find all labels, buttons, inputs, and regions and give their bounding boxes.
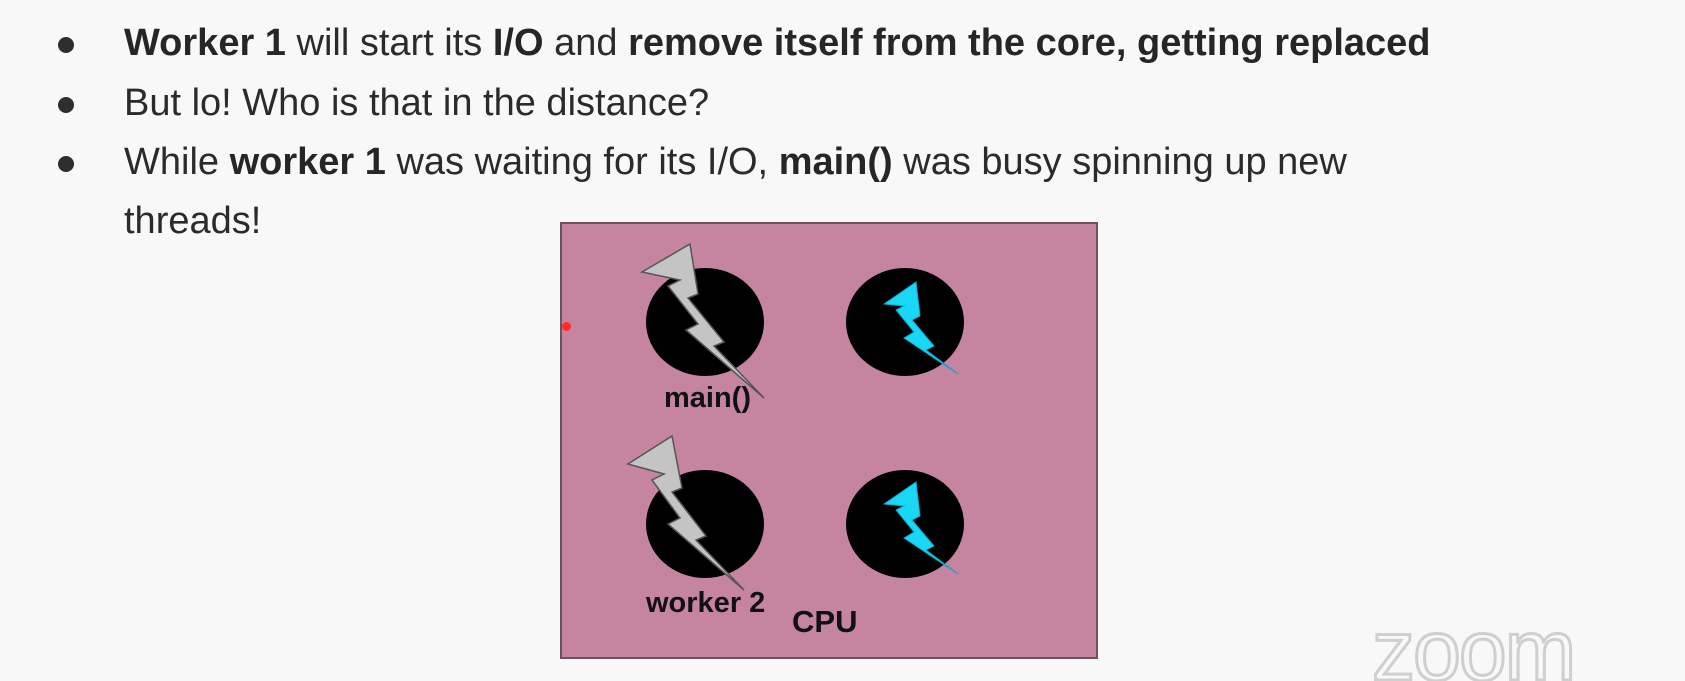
cpu-label: CPU — [792, 604, 858, 639]
bullet-text: was busy spinning up new — [892, 141, 1347, 183]
main-label: main() — [664, 382, 751, 414]
lightning-bolt-icon — [882, 481, 959, 575]
bullet-text-bold: remove itself from the core, getting rep… — [628, 22, 1431, 64]
bullet-text-bold: Worker 1 — [124, 22, 286, 64]
bullet-text: will start its — [285, 22, 493, 64]
lightning-bolt-icon — [882, 281, 959, 375]
bullet-text: and — [543, 22, 629, 64]
bullet-text-bold: main() — [778, 141, 893, 183]
bullet-dot — [58, 156, 74, 172]
bullet-text-bold: I/O — [492, 22, 544, 64]
bullet-item-2: But lo! Who is that in the distance? — [58, 74, 710, 133]
thread-bolt-main-icon — [640, 242, 765, 399]
zoom-logo-text: zoom — [1372, 618, 1574, 681]
bullet-item-3-continuation: threads! — [124, 192, 261, 251]
bullet-item-3: While worker 1 was waiting for its I/O, … — [58, 133, 1347, 192]
pointer-dot — [562, 322, 571, 331]
zoom-logo: zoom — [1372, 618, 1578, 681]
bullet-item-1: Worker 1 will start its I/O and remove i… — [58, 14, 1431, 73]
worker-2-label: worker 2 — [646, 587, 766, 619]
bullet-text: While — [124, 141, 230, 183]
bullet-text-bold: worker 1 — [229, 141, 386, 183]
bullet-dot — [58, 97, 74, 113]
bullet-text: threads! — [124, 200, 262, 242]
thread-bolt-worker2-icon — [626, 434, 745, 591]
bullet-text: was waiting for its I/O, — [385, 141, 779, 183]
bullet-dot — [58, 37, 74, 53]
cpu-box: main() worker 2 CPU — [560, 222, 1098, 659]
slide: Worker 1 will start its I/O and remove i… — [0, 0, 1685, 681]
bullet-text: But lo! Who is that in the distance? — [124, 82, 710, 124]
